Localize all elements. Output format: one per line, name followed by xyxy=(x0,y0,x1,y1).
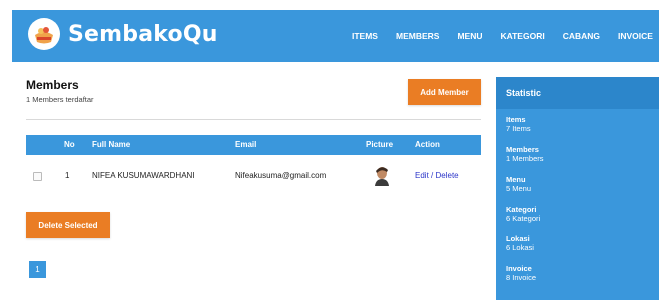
statistic-title: Statistic xyxy=(496,77,659,109)
row-email: Nifeakusuma@gmail.com xyxy=(235,171,327,180)
statistic-panel: Statistic Items 7 Items Members 1 Member… xyxy=(496,77,659,300)
column-header-action[interactable]: Action xyxy=(415,135,440,155)
stat-lokasi[interactable]: Lokasi 6 Lokasi xyxy=(506,234,534,252)
top-navbar: SembakoQu ITEMS MEMBERS MENU KATEGORI CA… xyxy=(12,10,659,62)
column-header-picture[interactable]: Picture xyxy=(366,135,393,155)
avatar xyxy=(371,164,393,186)
row-select-checkbox[interactable] xyxy=(33,172,42,181)
edit-link[interactable]: Edit xyxy=(415,171,429,180)
row-full-name: NIFEA KUSUMAWARDHANI xyxy=(92,171,195,180)
stat-value: 1 Members xyxy=(506,154,544,163)
stat-menu[interactable]: Menu 5 Menu xyxy=(506,175,531,193)
row-no: 1 xyxy=(65,171,70,180)
pagination-page-1[interactable]: 1 xyxy=(29,261,46,278)
stat-value: 6 Lokasi xyxy=(506,243,534,252)
brand[interactable]: SembakoQu xyxy=(28,18,218,50)
stat-items[interactable]: Items 7 Items xyxy=(506,115,531,133)
stat-value: 8 Invoice xyxy=(506,273,537,282)
add-member-button[interactable]: Add Member xyxy=(408,79,481,105)
delete-selected-button[interactable]: Delete Selected xyxy=(26,212,110,238)
stat-invoice[interactable]: Invoice 8 Invoice xyxy=(506,264,536,282)
nav-item-items[interactable]: ITEMS xyxy=(352,31,378,41)
nav-menu: ITEMS MEMBERS MENU KATEGORI CABANG INVOI… xyxy=(352,10,659,62)
stat-value: 6 Kategori xyxy=(506,214,541,223)
page-title: Members xyxy=(26,78,79,92)
nav-item-menu[interactable]: MENU xyxy=(457,31,482,41)
stat-value: 5 Menu xyxy=(506,184,532,193)
nav-item-kategori[interactable]: KATEGORI xyxy=(500,31,544,41)
stat-value: 7 Items xyxy=(506,124,531,133)
column-header-full-name[interactable]: Full Name xyxy=(92,135,130,155)
row-actions: Edit / Delete xyxy=(415,157,459,195)
table-row: 1 NIFEA KUSUMAWARDHANI Nifeakusuma@gmail… xyxy=(26,157,481,195)
stat-kategori[interactable]: Kategori 6 Kategori xyxy=(506,205,540,223)
divider xyxy=(26,119,481,120)
stat-label: Kategori xyxy=(506,205,537,214)
page-subtitle: 1 Members terdaftar xyxy=(26,95,94,104)
nav-item-invoice[interactable]: INVOICE xyxy=(618,31,653,41)
stat-label: Items xyxy=(506,115,526,124)
stat-members[interactable]: Members 1 Members xyxy=(506,145,544,163)
brand-name: SembakoQu xyxy=(68,21,218,47)
table-header: No Full Name Email Picture Action xyxy=(26,135,481,155)
stat-label: Invoice xyxy=(506,264,532,273)
column-header-email[interactable]: Email xyxy=(235,135,256,155)
stat-label: Menu xyxy=(506,175,526,184)
column-header-no[interactable]: No xyxy=(64,135,75,155)
logo-icon xyxy=(28,18,60,50)
stat-label: Lokasi xyxy=(506,234,530,243)
stat-label: Members xyxy=(506,145,539,154)
nav-item-members[interactable]: MEMBERS xyxy=(396,31,439,41)
nav-item-cabang[interactable]: CABANG xyxy=(563,31,600,41)
delete-link[interactable]: Delete xyxy=(436,171,459,180)
action-separator: / xyxy=(431,171,434,180)
